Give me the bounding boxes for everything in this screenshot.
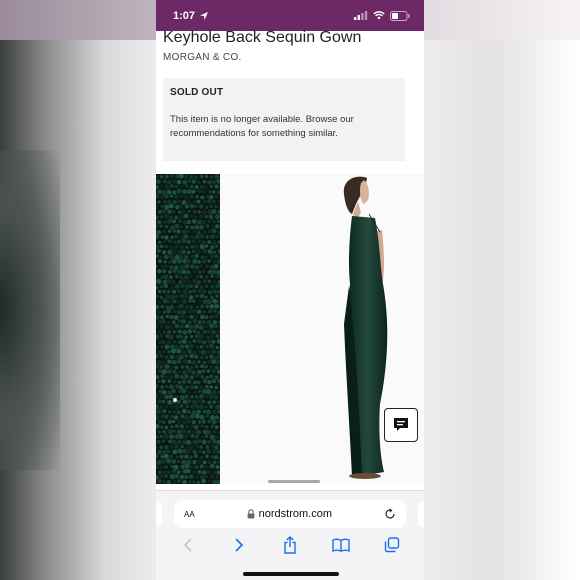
image-scroll-indicator bbox=[268, 480, 320, 483]
status-time: 1:07 bbox=[173, 9, 196, 22]
chat-button[interactable] bbox=[384, 408, 418, 442]
product-image-thumbnail-sequin[interactable] bbox=[156, 174, 220, 484]
next-tab-peek[interactable] bbox=[418, 501, 424, 527]
browser-toolbar bbox=[156, 533, 424, 557]
reload-icon[interactable] bbox=[384, 508, 396, 520]
home-indicator bbox=[243, 572, 339, 576]
wifi-icon bbox=[373, 11, 385, 20]
lock-icon bbox=[247, 509, 255, 519]
forward-button[interactable] bbox=[225, 533, 253, 557]
signal-icon bbox=[354, 11, 368, 20]
battery-icon bbox=[390, 10, 410, 21]
phone-screen: 1:07 Keyhole Back Sequin Gown MORGAN & C… bbox=[156, 0, 424, 580]
sold-out-message: This item is no longer available. Browse… bbox=[170, 114, 354, 139]
url-text: nordstrom.com bbox=[258, 508, 333, 520]
back-icon bbox=[183, 538, 192, 552]
address-bar[interactable]: AA nordstrom.com bbox=[174, 500, 406, 528]
status-bar: 1:07 bbox=[156, 0, 424, 31]
tabs-icon bbox=[385, 537, 400, 553]
share-button[interactable] bbox=[276, 533, 304, 557]
chat-icon bbox=[394, 418, 408, 431]
browser-bottom-bar: AA nordstrom.com bbox=[156, 490, 424, 580]
background-left-shadow bbox=[0, 150, 60, 470]
product-brand[interactable]: MORGAN & CO. bbox=[163, 52, 242, 63]
text-size-button[interactable]: AA bbox=[184, 508, 195, 520]
product-title: Keyhole Back Sequin Gown bbox=[163, 29, 362, 46]
status-indicators bbox=[354, 10, 410, 21]
tabs-button[interactable] bbox=[378, 533, 406, 557]
share-icon bbox=[284, 536, 296, 554]
url-display[interactable]: nordstrom.com bbox=[195, 508, 384, 520]
previous-tab-peek[interactable] bbox=[156, 501, 162, 527]
bookmarks-button[interactable] bbox=[327, 533, 355, 557]
location-arrow-icon bbox=[200, 11, 209, 20]
sold-out-notice: SOLD OUT This item is no longer availabl… bbox=[163, 78, 405, 161]
forward-icon bbox=[235, 538, 243, 552]
bookmarks-icon bbox=[332, 538, 350, 552]
back-button[interactable] bbox=[174, 533, 202, 557]
sold-out-heading: SOLD OUT bbox=[170, 87, 224, 98]
